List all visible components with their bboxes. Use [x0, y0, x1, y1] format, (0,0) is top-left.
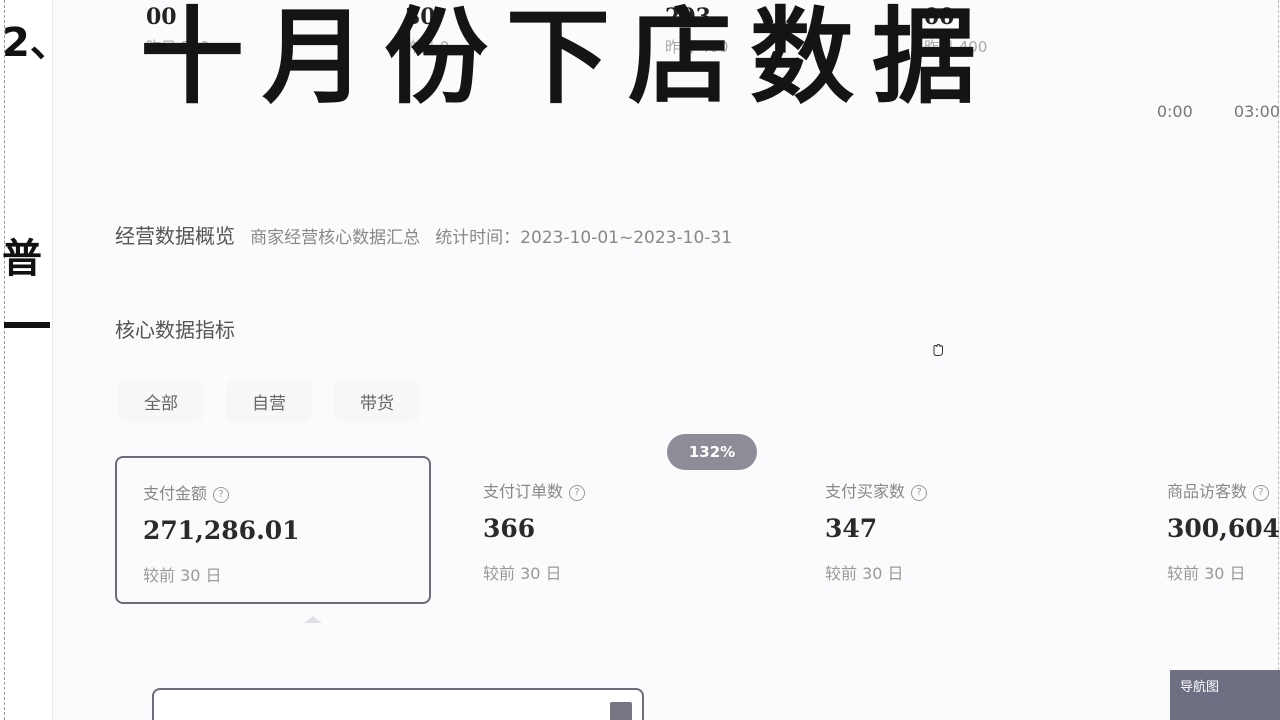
left-section-char: 普 [2, 236, 42, 282]
left-section-number: 2、 [2, 20, 70, 66]
tab-all[interactable]: 全部 [118, 380, 204, 422]
metric-tabs: 全部 自营 带货 [118, 380, 420, 422]
overview-period: 统计时间：2023-10-01~2023-10-31 [435, 228, 733, 248]
help-icon[interactable]: ? [911, 484, 928, 501]
metric-card-payment-orders[interactable]: 支付订单数? 366 较前 30 日 [457, 456, 773, 604]
time-label: 03:00 [1233, 102, 1280, 121]
metric-label: 支付金额 [143, 484, 208, 503]
time-axis-labels: 0:00 03:00 [1121, 102, 1280, 121]
nav-map-chip[interactable]: 导航图 [1170, 670, 1280, 720]
metric-label: 支付订单数 [483, 482, 564, 501]
help-icon[interactable]: ? [1253, 484, 1270, 501]
overview-title: 经营数据概览 [115, 224, 235, 248]
help-icon[interactable]: ? [569, 484, 586, 501]
metric-value: 347 [825, 514, 878, 543]
left-sidebar-strip [0, 0, 53, 720]
checkbox-icon[interactable] [610, 702, 632, 720]
metric-card-payment-amount[interactable]: 支付金额? 271,286.01 较前 30 日 [115, 456, 431, 604]
metric-value: 271,286.01 [143, 516, 300, 545]
metric-label-row: 支付订单数? [483, 478, 586, 502]
metric-compare: 较前 30 日 [825, 564, 904, 583]
metric-label: 商品访客数 [1167, 482, 1248, 501]
screen: 2、 普 00 昨日 240 30 昨日 0 203 昨日 400 00 昨日 … [0, 0, 1280, 720]
metric-label: 支付买家数 [825, 482, 906, 501]
active-card-caret [304, 616, 322, 623]
metric-label-row: 支付金额? [143, 480, 230, 504]
tab-self-operated[interactable]: 自营 [226, 380, 312, 422]
metric-card-payment-buyers[interactable]: 支付买家数? 347 较前 30 日 [799, 456, 1115, 604]
metric-label-row: 商品访客数? [1167, 478, 1270, 502]
metric-label-row: 支付买家数? [825, 478, 928, 502]
overlay-title: 十月份下店数据 [140, 0, 995, 118]
lower-panel[interactable] [152, 688, 644, 720]
metric-compare: 较前 30 日 [1167, 564, 1246, 583]
metric-value: 366 [483, 514, 536, 543]
tab-affiliate[interactable]: 带货 [334, 380, 420, 422]
metric-value: 300,604 [1167, 514, 1280, 543]
core-metrics-title: 核心数据指标 [115, 318, 235, 342]
time-label: 0:00 [1156, 102, 1193, 121]
help-icon[interactable]: ? [213, 486, 230, 503]
hand-cursor-icon [933, 343, 943, 356]
left-divider-mark [4, 322, 50, 328]
metric-card-product-visitors[interactable]: 商品访客数? 300,604 较前 30 日 [1141, 456, 1280, 604]
overview-header: 经营数据概览 商家经营核心数据汇总 统计时间：2023-10-01~2023-1… [115, 220, 732, 249]
left-dashed-guide [4, 0, 5, 720]
overview-desc: 商家经营核心数据汇总 [250, 228, 421, 248]
metric-compare: 较前 30 日 [483, 564, 562, 583]
metric-compare: 较前 30 日 [143, 566, 222, 585]
